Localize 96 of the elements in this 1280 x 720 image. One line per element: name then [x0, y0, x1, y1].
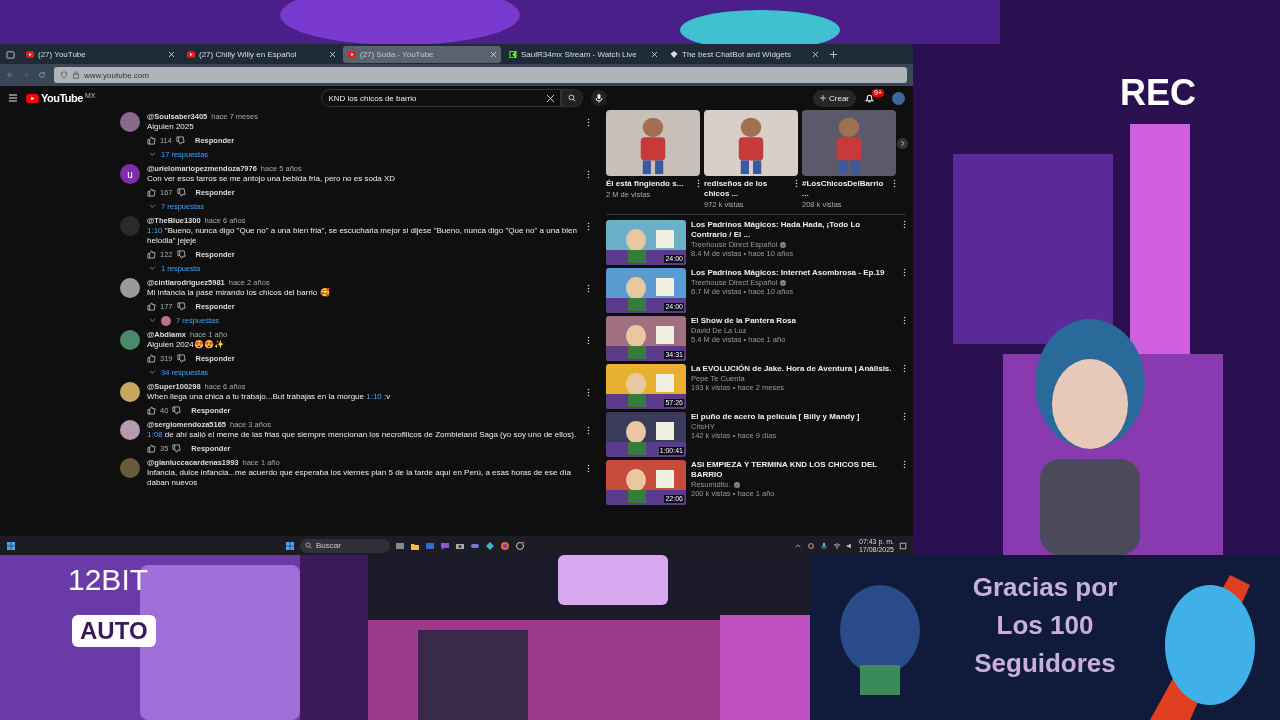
clear-icon[interactable] [547, 94, 555, 102]
tab-list-icon[interactable] [6, 49, 15, 59]
search-icon [305, 542, 312, 549]
thumbs-up-icon[interactable] [147, 406, 156, 415]
bell-icon[interactable] [864, 92, 875, 104]
k-logo-icon [509, 50, 517, 58]
thumbs-down-icon[interactable] [176, 302, 186, 311]
windows-icon[interactable] [285, 540, 295, 551]
plus-icon [820, 95, 826, 101]
comment-text: Infancia, dulce infancia...me acuerdo que esperaba los viernes plan 5 de la tarde aquí en Perú, a esas horas de ese día daban nuevos [147, 468, 572, 488]
user-avatar[interactable] [892, 91, 905, 105]
browser-tab[interactable]: (27) Soda - YouTube [343, 45, 501, 63]
search-button[interactable] [561, 89, 584, 107]
browser-tab[interactable]: SaulR34mx Stream - Watch Live [504, 45, 662, 63]
chevron-down-icon [149, 204, 156, 209]
close-icon[interactable] [169, 51, 174, 57]
verified-icon [733, 481, 740, 488]
record-icon[interactable] [806, 541, 815, 550]
browser-tab[interactable]: (27) YouTube [21, 45, 179, 63]
thumbs-down-icon[interactable] [176, 188, 186, 197]
thumbs-down-icon[interactable] [176, 250, 186, 259]
video-title[interactable]: La EVOLUCIÓN de Jake. Hora de Aventura | Análisis. [691, 364, 898, 374]
short-title[interactable]: #LosChicosDelBarrio ... [802, 179, 891, 199]
verified-icon [780, 279, 787, 286]
window-icon[interactable] [425, 540, 435, 551]
play-icon [187, 50, 195, 58]
verified-icon [780, 241, 787, 248]
speaker-icon[interactable] [845, 541, 854, 550]
avatar[interactable] [120, 330, 140, 350]
chevron-down-icon [149, 370, 156, 375]
video-title[interactable]: El puño de acero la película [ Billy y Mandy ] [691, 412, 898, 422]
bit-depth-label: 12BIT [68, 563, 149, 597]
thumbs-up-icon[interactable] [147, 188, 156, 197]
thanks-text: Seguidores [974, 647, 1116, 680]
close-icon[interactable] [330, 51, 335, 57]
diamond-icon [670, 50, 678, 58]
chat-icon[interactable] [440, 540, 450, 551]
wifi-icon[interactable] [832, 541, 841, 550]
browser-icon[interactable] [500, 540, 510, 551]
comment-text: 1:10 "Bueno, nunca digo "Que no" a una bien fria", se escucharia mejor si dijese "Bueno, nunca digo "Que no" a una bien helodia" jejeje [147, 226, 578, 246]
avatar[interactable] [120, 382, 140, 402]
thumbs-up-icon[interactable] [147, 250, 156, 259]
close-icon[interactable] [813, 51, 818, 57]
reply-avatar [161, 315, 171, 326]
create-button[interactable]: Crear [813, 89, 856, 107]
address-bar[interactable]: www.youtube.com [54, 67, 907, 83]
avatar[interactable] [120, 112, 140, 132]
comment-text: Alguien 2025 [147, 122, 195, 132]
mode-badge: AUTO [72, 615, 156, 647]
close-icon[interactable] [652, 51, 657, 57]
thumbs-up-icon[interactable] [147, 136, 156, 145]
menu-icon[interactable] [8, 93, 18, 103]
chevron-down-icon [149, 266, 156, 271]
search-icon [568, 94, 577, 102]
close-icon[interactable] [491, 51, 496, 57]
video-title[interactable]: Los Padrinos Mágicos: Hada Hada, ¡Todo Lo Contrario / El ... [691, 220, 898, 240]
video-title[interactable]: ASI EMPIEZA Y TERMINA KND LOS CHICOS DEL BARRIO [691, 460, 898, 480]
microphone-icon[interactable] [819, 541, 828, 550]
chevron-down-icon [149, 152, 156, 157]
thumbs-up-icon[interactable] [147, 302, 156, 311]
play-icon [348, 50, 356, 58]
avatar[interactable] [120, 278, 140, 298]
thanks-text: Los 100 [996, 609, 1094, 642]
comment-text: Con ver esos tarros se me antojo una bebida fria, pero no es soda XD [147, 174, 397, 184]
avatar[interactable] [120, 420, 140, 440]
lock-icon [72, 71, 80, 79]
shield-icon [60, 71, 68, 79]
video-title[interactable]: El Show de la Pantera Rosa [691, 316, 898, 326]
short-title[interactable]: rediseños de los chicos ... [704, 179, 793, 199]
browser-tab[interactable]: (27) Chilly Willy en Español [182, 45, 340, 63]
video-title[interactable]: Los Padrinos Mágicos: Internet Asombrosa - Ep.19 [691, 268, 898, 278]
thanks-text: Gracias por [972, 571, 1118, 604]
new-tab-icon[interactable] [829, 49, 838, 59]
thumbs-down-icon[interactable] [176, 354, 186, 363]
taskbar-search-field[interactable]: Buscar [300, 538, 390, 553]
browser-tab[interactable]: The best ChatBot and Widgets [665, 45, 823, 63]
thumbs-down-icon[interactable] [172, 406, 182, 415]
play-icon [26, 50, 34, 58]
microphone-icon[interactable] [591, 90, 608, 106]
comment-text: Alguien 2024😍😍✨ [147, 340, 225, 350]
chevron-up-icon[interactable] [793, 541, 802, 550]
thumbs-up-icon[interactable] [147, 354, 156, 363]
diamond-icon[interactable] [485, 540, 495, 551]
chevron-down-icon [149, 318, 156, 323]
thumbs-down-icon[interactable] [175, 136, 185, 145]
thumbs-down-icon[interactable] [172, 444, 182, 453]
comment-text: 1:08 de ahí salió el meme de las frias que siempre mencionan los necrofilicos de Zombieland Saga (yo soy uno de ellos). [147, 430, 578, 440]
avatar[interactable]: u [120, 164, 140, 184]
thumbs-up-icon[interactable] [147, 444, 156, 453]
windows-icon[interactable] [6, 540, 16, 551]
window-icon[interactable] [395, 540, 405, 551]
short-title[interactable]: Él está fingiendo s... [606, 179, 695, 189]
comment-text: Mi infancia la pasé mirando los chicos del barrio 🥰 [147, 288, 331, 298]
reload-icon[interactable] [38, 71, 46, 79]
notification-icon[interactable] [899, 541, 907, 550]
comment-text: When llega una chica a tu trabajo...But trabajas en la morgue 1:10 :v [147, 392, 392, 402]
